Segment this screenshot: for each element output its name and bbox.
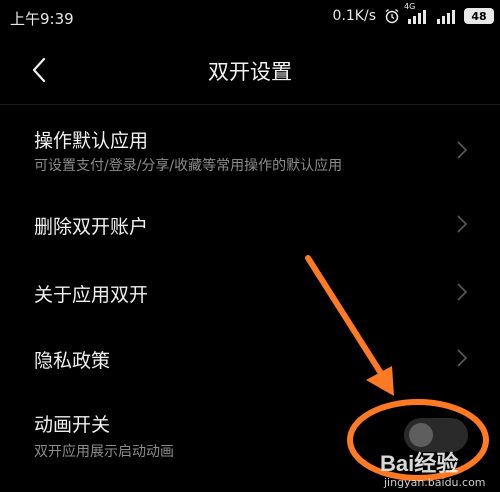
battery-indicator: 48 (464, 8, 494, 24)
signal-icon-2 (436, 8, 458, 24)
page-title: 双开设置 (208, 60, 292, 84)
setting-delete-account[interactable]: 删除双开账户 (0, 196, 500, 256)
status-icons: 0.1K/s 4G 48 (332, 2, 494, 24)
setting-title: 隐私政策 (34, 350, 111, 372)
setting-default-app[interactable]: 操作默认应用 可设置支付/登录/分享/收藏等常用操作的默认应用 (0, 112, 500, 188)
watermark: Bai经验 jingyan.baidu.com (380, 446, 496, 492)
setting-title: 关于应用双开 (34, 284, 149, 306)
chevron-right-icon (456, 348, 468, 368)
alarm-icon (384, 8, 400, 24)
setting-privacy-policy[interactable]: 隐私政策 (0, 328, 500, 388)
watermark-brand: Bai经验 (380, 451, 459, 476)
setting-subtitle: 双开应用展示启动动画 (34, 444, 174, 460)
chevron-right-icon (456, 282, 468, 302)
watermark-url: jingyan.baidu.com (384, 476, 486, 489)
setting-title: 动画开关 (34, 414, 111, 436)
setting-subtitle: 可设置支付/登录/分享/收藏等常用操作的默认应用 (34, 158, 343, 174)
screen: 上午9:39 0.1K/s 4G 48 双开设置 操作默认应用 可设置支付/登录… (0, 0, 500, 492)
setting-about[interactable]: 关于应用双开 (0, 262, 500, 322)
header: 双开设置 (0, 36, 500, 104)
signal-icon: 4G (404, 2, 430, 24)
network-type: 4G (404, 2, 416, 11)
chevron-right-icon (456, 214, 468, 234)
chevron-right-icon (456, 140, 468, 160)
toggle-knob (409, 423, 433, 447)
setting-title: 操作默认应用 (34, 130, 149, 152)
setting-title: 删除双开账户 (34, 216, 149, 238)
network-speed: 0.1K/s (332, 8, 376, 24)
header-divider (0, 104, 500, 105)
status-bar: 上午9:39 0.1K/s 4G 48 (0, 0, 500, 36)
status-time: 上午9:39 (10, 10, 74, 28)
